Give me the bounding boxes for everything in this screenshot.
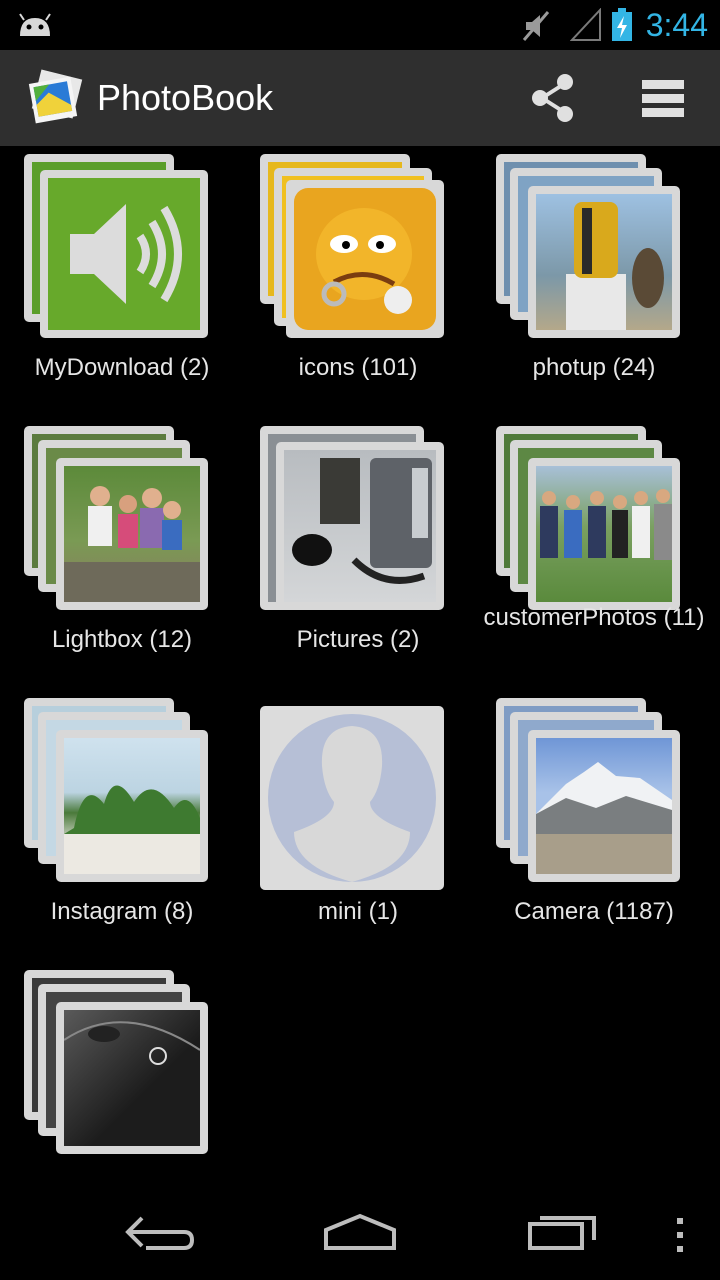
share-button[interactable] xyxy=(520,70,584,126)
speaker-icon xyxy=(70,204,182,304)
mountain-photo xyxy=(536,762,672,874)
album-instagram[interactable]: Instagram (8) xyxy=(4,690,240,960)
album-thumbnail xyxy=(40,170,208,338)
android-icon xyxy=(19,13,51,36)
album-pictures[interactable]: Pictures (2) xyxy=(240,418,476,688)
album-thumbnail xyxy=(56,458,208,610)
album-label: mini (1) xyxy=(317,898,398,925)
album-lightbox[interactable]: Lightbox (12) xyxy=(4,418,240,688)
recent-apps-icon[interactable] xyxy=(524,1210,604,1260)
mute-icon xyxy=(522,11,550,41)
album-label: photup (24) xyxy=(532,354,656,381)
share-icon xyxy=(532,74,573,122)
album-mydownload[interactable]: MyDownload (2) xyxy=(4,146,240,416)
album-mini[interactable]: mini (1) xyxy=(240,690,476,960)
default-avatar-icon xyxy=(268,714,436,882)
album-thumbnail xyxy=(276,442,444,610)
navigation-bar xyxy=(0,1180,720,1280)
album-label: customerPhotos (11) xyxy=(483,604,705,631)
action-bar: PhotoBook xyxy=(0,50,720,146)
overflow-icon[interactable] xyxy=(670,1216,690,1256)
battery-charging-icon xyxy=(612,8,632,41)
desk-phone-photo xyxy=(292,458,432,584)
photobook-logo-icon[interactable] xyxy=(26,68,86,128)
album-customerphotos[interactable]: customerPhotos (11) xyxy=(476,418,712,688)
album-thumbnail xyxy=(528,458,680,610)
album-thumbnail xyxy=(528,186,680,338)
menu-icon xyxy=(642,80,684,117)
back-icon[interactable] xyxy=(120,1210,200,1260)
logitech-mouse-photo xyxy=(63,1021,201,1065)
screen: 3:44 PhotoBook MyDownload (2) icons (101… xyxy=(0,0,720,1280)
album-photup[interactable]: photup (24) xyxy=(476,146,712,416)
menu-button[interactable] xyxy=(632,70,696,126)
album-grid: MyDownload (2) icons (101) photup (24) L… xyxy=(0,146,720,1180)
album-thumbnail xyxy=(528,730,680,882)
hiker-photo xyxy=(566,202,664,330)
status-clock: 3:44 xyxy=(645,7,708,43)
status-bar: 3:44 xyxy=(0,0,720,50)
album-label: MyDownload (2) xyxy=(34,354,210,381)
family-photo xyxy=(64,486,200,602)
album-icons[interactable]: icons (101) xyxy=(240,146,476,416)
album-thumbnail xyxy=(56,1002,208,1154)
album-label: Instagram (8) xyxy=(50,898,194,925)
home-icon[interactable] xyxy=(320,1210,400,1260)
album-label: icons (101) xyxy=(298,354,418,381)
album-label: Pictures (2) xyxy=(296,626,420,653)
album-label: Camera (1187) xyxy=(514,898,674,925)
signal-icon xyxy=(570,8,601,41)
group-photo xyxy=(540,489,672,560)
album-camera[interactable]: Camera (1187) xyxy=(476,690,712,960)
app-title: PhotoBook xyxy=(97,77,274,118)
album-thumbnail xyxy=(56,730,208,882)
cartoon-face-icon xyxy=(316,208,412,314)
album-thumbnail xyxy=(286,180,444,338)
album-thumbnail xyxy=(260,706,444,890)
beach-photo xyxy=(64,785,200,874)
album-label: Lightbox (12) xyxy=(51,626,193,653)
